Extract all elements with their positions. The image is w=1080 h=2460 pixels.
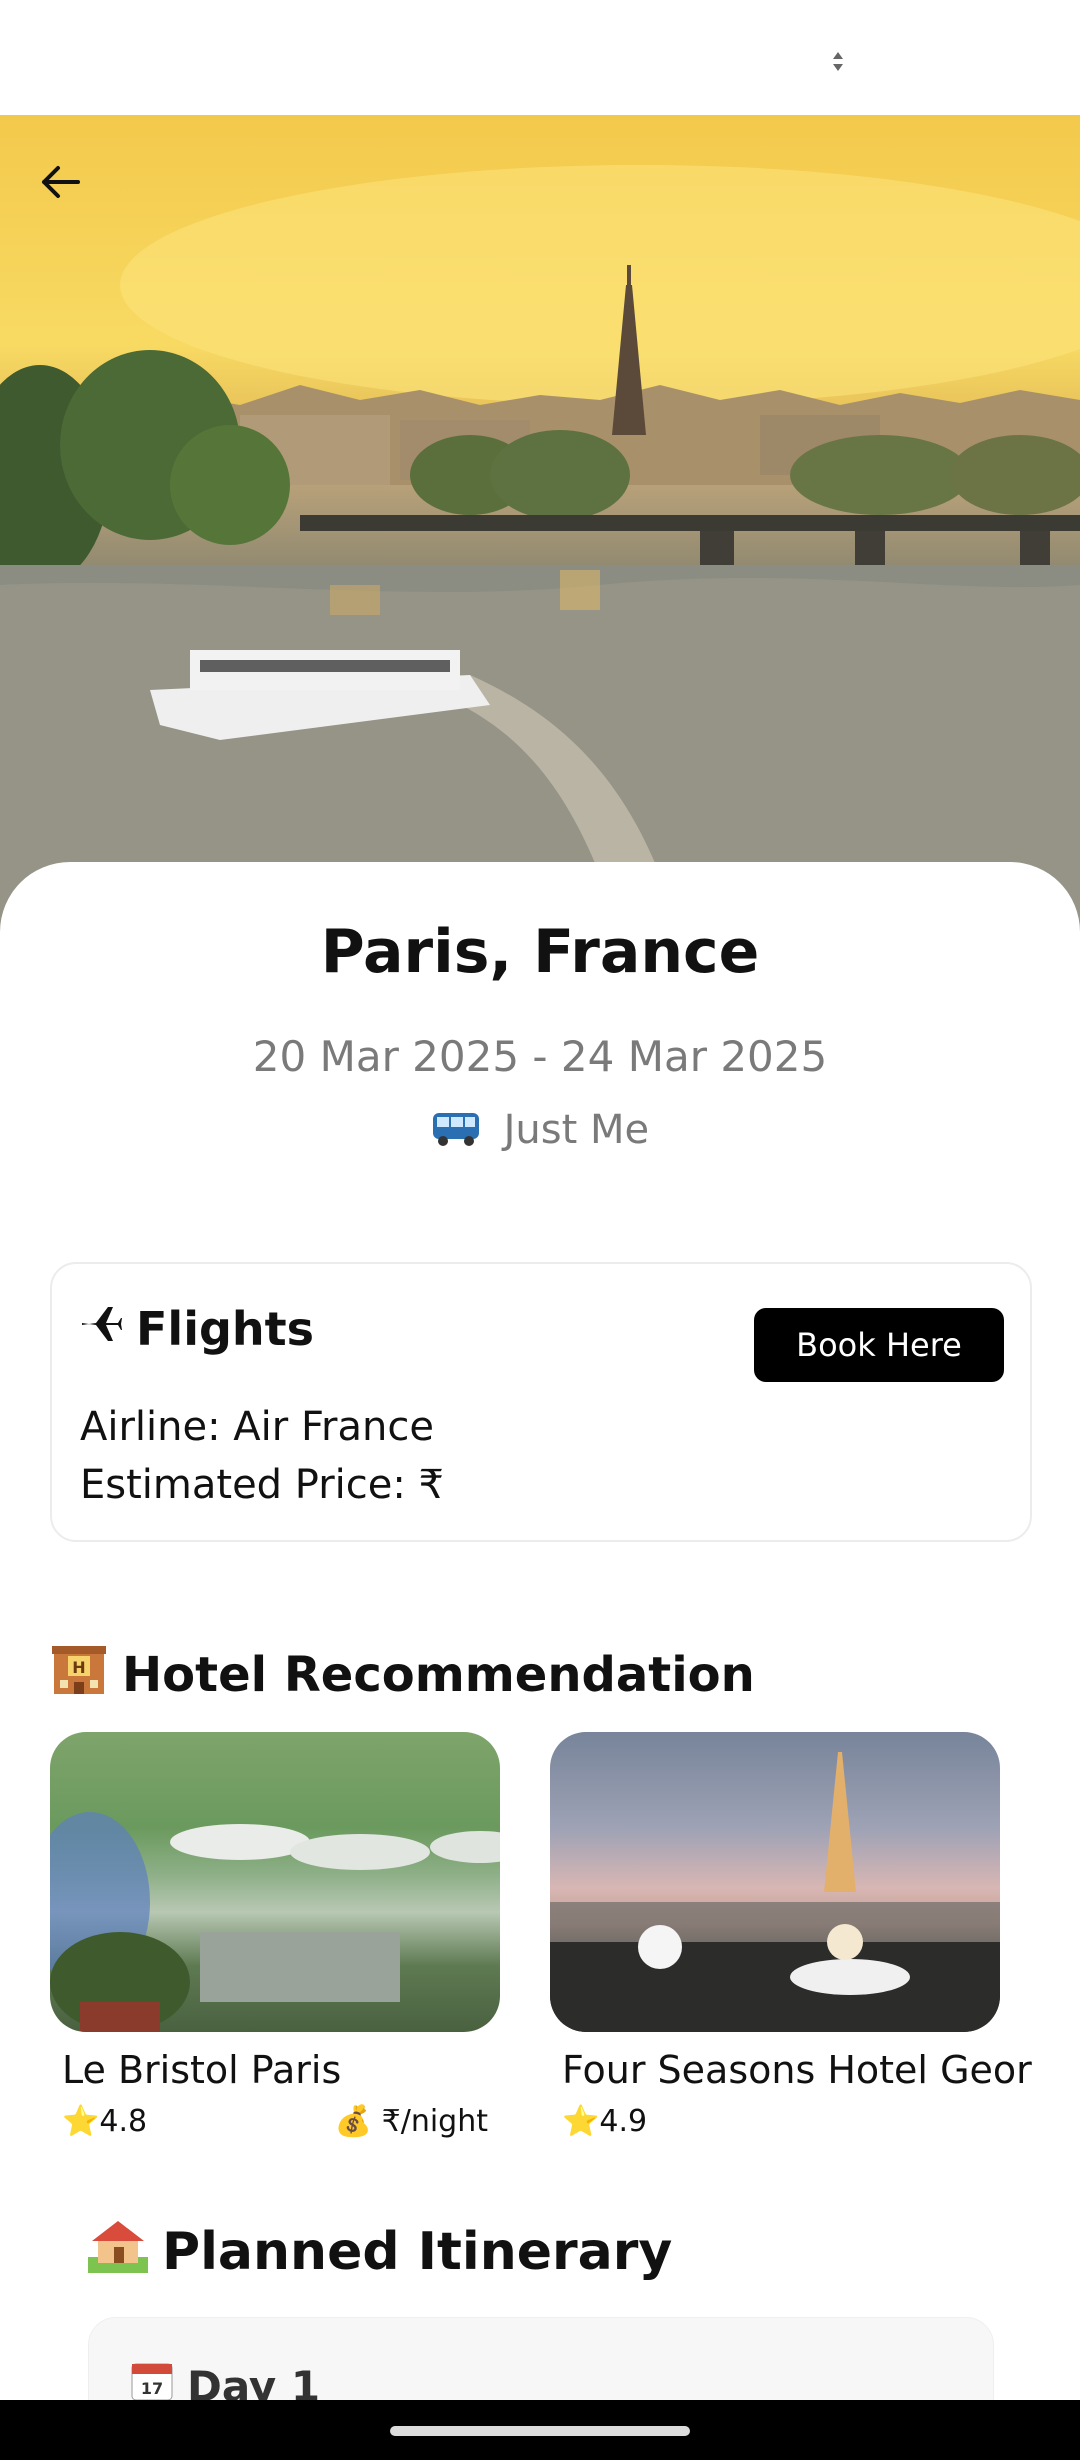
home-indicator[interactable] [390, 2426, 690, 2436]
hotel-meta: ⭐4.9 [550, 2104, 1000, 2144]
airplane-icon [80, 1302, 122, 1356]
hotel-card[interactable]: Le Bristol Paris ⭐4.8 💰 ₹/night [50, 1732, 500, 2144]
svg-text:H: H [72, 1658, 85, 1677]
trip-travelers: Just Me [0, 1107, 1080, 1157]
bus-icon [431, 1107, 481, 1157]
house-icon [88, 2217, 148, 2286]
hotel-price-text: ₹/night [381, 2104, 488, 2139]
hotel-rating: 4.9 [599, 2104, 648, 2139]
scroll-indicator-icon [830, 52, 843, 76]
hotel-section-title: Hotel Recommendation [122, 1647, 755, 1703]
flights-card: Flights Book Here Airline: Air France Es… [50, 1262, 1032, 1542]
estimated-price-text: Estimated Price: ₹ [80, 1462, 445, 1508]
svg-text:17: 17 [141, 2379, 163, 2398]
star-icon: ⭐ [562, 2104, 600, 2139]
book-flight-button[interactable]: Book Here [754, 1308, 1004, 1382]
arrow-left-icon [42, 166, 80, 198]
hotel-card[interactable]: Four Seasons Hotel Geor ⭐4.9 [550, 1732, 1032, 2144]
hotel-price: 💰 ₹/night [335, 2104, 488, 2139]
system-navigation-bar [0, 2400, 1080, 2460]
travelers-label: Just Me [503, 1107, 650, 1153]
flights-title: Flights [136, 1302, 315, 1356]
flights-heading: Flights [80, 1302, 314, 1356]
trip-details-sheet: Paris, France 20 Mar 2025 - 24 Mar 2025 … [0, 862, 1080, 2459]
money-bag-icon: 💰 [334, 2104, 373, 2139]
status-bar [0, 0, 1080, 115]
hotel-meta: ⭐4.8 💰 ₹/night [50, 2104, 500, 2144]
itinerary-title: Planned Itinerary [162, 2221, 673, 2282]
hotel-name: Le Bristol Paris [62, 2048, 342, 2092]
airline-text: Airline: Air France [80, 1404, 434, 1450]
hotel-rating: 4.8 [99, 2104, 148, 2139]
hero-image [0, 115, 1080, 935]
trip-dates: 20 Mar 2025 - 24 Mar 2025 [252, 1032, 828, 1081]
paris-seine-illustration [0, 165, 1080, 935]
hotel-name: Four Seasons Hotel Geor [562, 2048, 1032, 2092]
trip-title: Paris, France [320, 917, 760, 987]
hotel-section-heading: H Hotel Recommendation [50, 1642, 755, 1708]
back-button[interactable] [38, 160, 102, 224]
hotel-image [50, 1732, 500, 2032]
star-icon: ⭐ [62, 2104, 100, 2139]
hotel-image [550, 1732, 1000, 2032]
itinerary-heading: Planned Itinerary [88, 2217, 672, 2286]
hotel-icon: H [50, 1642, 108, 1708]
